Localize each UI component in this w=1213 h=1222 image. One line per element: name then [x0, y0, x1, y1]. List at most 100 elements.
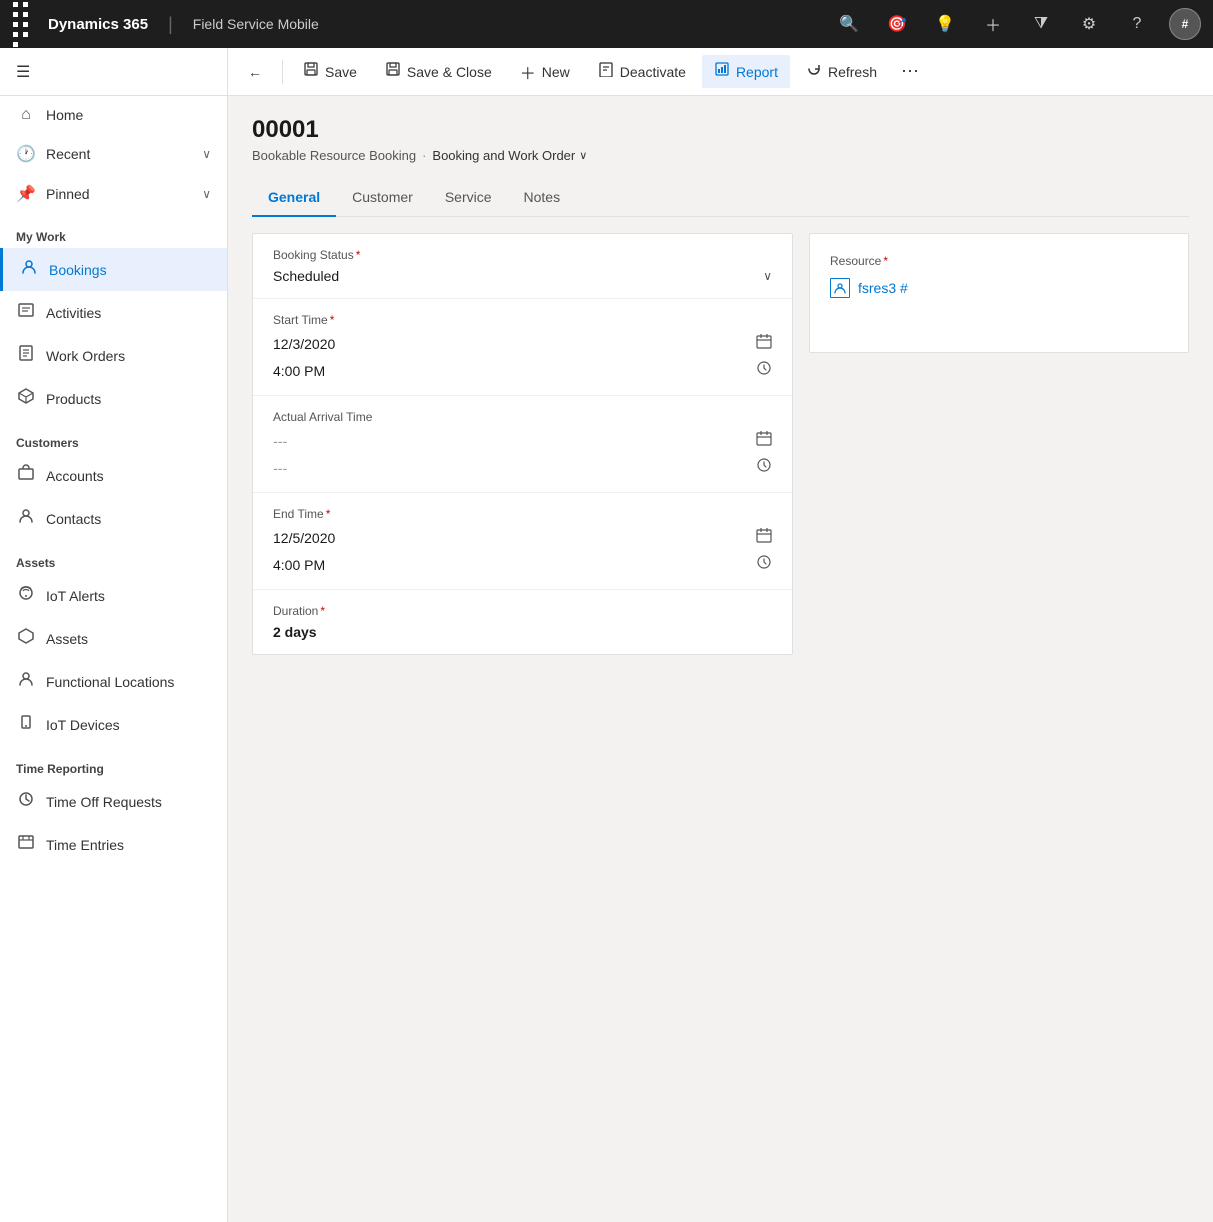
brand-name: Dynamics 365: [48, 16, 148, 33]
sidebar-item-time-entries[interactable]: Time Entries: [0, 823, 227, 866]
more-icon: ⋯: [901, 61, 919, 82]
time-off-icon: [16, 790, 36, 813]
clock-icon[interactable]: [756, 554, 772, 575]
calendar-icon[interactable]: [756, 333, 772, 354]
section-header-customers: Customers: [0, 420, 227, 454]
sidebar-item-label: IoT Alerts: [46, 588, 105, 604]
sidebar-item-label: IoT Devices: [46, 717, 120, 733]
section-header-my-work: My Work: [0, 214, 227, 248]
section-header-assets: Assets: [0, 540, 227, 574]
avatar[interactable]: #: [1169, 8, 1201, 40]
sidebar-item-iot-devices[interactable]: IoT Devices: [0, 703, 227, 746]
required-marker: *: [330, 313, 335, 327]
end-time-label: End Time*: [273, 507, 772, 521]
sidebar-item-bookings[interactable]: Bookings: [0, 248, 227, 291]
duration-label: Duration*: [273, 604, 772, 618]
duration-value: 2 days: [273, 624, 772, 640]
help-icon[interactable]: ?: [1121, 8, 1153, 40]
functional-locations-icon: [16, 670, 36, 693]
tab-general[interactable]: General: [252, 179, 336, 217]
breadcrumb-link[interactable]: Bookable Resource Booking: [252, 148, 416, 163]
sidebar-item-accounts[interactable]: Accounts: [0, 454, 227, 497]
time-entries-icon: [16, 833, 36, 856]
sidebar-item-activities[interactable]: Activities: [0, 291, 227, 334]
save-icon: [303, 61, 319, 82]
resource-link[interactable]: fsres3 #: [830, 278, 1168, 298]
sidebar-item-label: Pinned: [46, 186, 90, 202]
resource-label: Resource*: [830, 254, 1168, 268]
sidebar-item-iot-alerts[interactable]: IoT Alerts: [0, 574, 227, 617]
products-icon: [16, 387, 36, 410]
breadcrumb-separator: ·: [422, 148, 426, 163]
sidebar-item-time-off-requests[interactable]: Time Off Requests: [0, 780, 227, 823]
sidebar-item-work-orders[interactable]: Work Orders: [0, 334, 227, 377]
sidebar-item-products[interactable]: Products: [0, 377, 227, 420]
booking-status-label: Booking Status*: [273, 248, 772, 262]
refresh-button[interactable]: Refresh: [794, 55, 889, 88]
new-button[interactable]: ＋ New: [508, 54, 582, 90]
breadcrumb-current[interactable]: Booking and Work Order ∨: [432, 148, 587, 163]
actual-arrival-label: Actual Arrival Time: [273, 410, 772, 424]
chevron-down-icon: ∨: [202, 187, 211, 201]
add-icon[interactable]: ＋: [977, 8, 1009, 40]
start-date-value[interactable]: 12/3/2020: [273, 333, 772, 354]
actual-arrival-time-value[interactable]: ---: [273, 457, 772, 478]
iot-alerts-icon: [16, 584, 36, 607]
save-button[interactable]: Save: [291, 55, 369, 88]
report-button[interactable]: Report: [702, 55, 790, 88]
tab-notes[interactable]: Notes: [508, 179, 577, 217]
recent-icon: 🕐: [16, 144, 36, 164]
sidebar-item-home[interactable]: ⌂ Home: [0, 96, 227, 134]
booking-status-field: Booking Status* Scheduled ∨: [253, 234, 792, 299]
save-close-button[interactable]: Save & Close: [373, 55, 504, 88]
report-icon: [714, 61, 730, 82]
sidebar-item-label: Time Entries: [46, 837, 124, 853]
home-icon: ⌂: [16, 106, 36, 124]
required-marker: *: [356, 248, 361, 262]
end-date-value[interactable]: 12/5/2020: [273, 527, 772, 548]
settings-icon[interactable]: ⚙: [1073, 8, 1105, 40]
actual-arrival-date-value[interactable]: ---: [273, 430, 772, 451]
circle-check-icon[interactable]: 🎯: [881, 8, 913, 40]
tab-customer[interactable]: Customer: [336, 179, 429, 217]
new-button-label: New: [542, 64, 570, 80]
accounts-icon: [16, 464, 36, 487]
deactivate-button-label: Deactivate: [620, 64, 686, 80]
app-name: Field Service Mobile: [193, 16, 319, 32]
assets-icon: [16, 627, 36, 650]
clock-icon[interactable]: [756, 457, 772, 478]
refresh-button-label: Refresh: [828, 64, 877, 80]
deactivate-button[interactable]: Deactivate: [586, 55, 698, 88]
tab-service[interactable]: Service: [429, 179, 508, 217]
nav-separator: |: [168, 14, 173, 35]
clock-icon[interactable]: [756, 360, 772, 381]
duration-field: Duration* 2 days: [253, 590, 792, 654]
sidebar-item-functional-locations[interactable]: Functional Locations: [0, 660, 227, 703]
sidebar-item-recent[interactable]: 🕐 Recent ∨: [0, 134, 227, 174]
more-options-button[interactable]: ⋯: [893, 55, 927, 88]
calendar-icon[interactable]: [756, 527, 772, 548]
filter-icon[interactable]: ⧩: [1025, 8, 1057, 40]
calendar-icon[interactable]: [756, 430, 772, 451]
lightbulb-icon[interactable]: 💡: [929, 8, 961, 40]
end-time-field: End Time* 12/5/2020 4:00 PM: [253, 493, 792, 590]
sidebar-item-label: Recent: [46, 146, 90, 162]
sidebar-toggle[interactable]: ☰: [0, 48, 227, 96]
search-icon[interactable]: 🔍: [833, 8, 865, 40]
start-time-label: Start Time*: [273, 313, 772, 327]
resource-panel: Resource* fsres3 #: [809, 233, 1189, 353]
sidebar-item-assets[interactable]: Assets: [0, 617, 227, 660]
sidebar-item-contacts[interactable]: Contacts: [0, 497, 227, 540]
cmd-separator-1: [282, 60, 283, 84]
end-time-value[interactable]: 4:00 PM: [273, 554, 772, 575]
breadcrumb-current-label: Booking and Work Order: [432, 148, 575, 163]
sidebar-item-label: Functional Locations: [46, 674, 174, 690]
start-time-value[interactable]: 4:00 PM: [273, 360, 772, 381]
record-id: 00001: [252, 116, 1189, 144]
resource-icon: [830, 278, 850, 298]
booking-status-value[interactable]: Scheduled ∨: [273, 268, 772, 284]
back-button[interactable]: ←: [236, 58, 274, 86]
waffle-menu[interactable]: [12, 1, 32, 48]
sidebar-item-pinned[interactable]: 📌 Pinned ∨: [0, 174, 227, 214]
form-main-column: Booking Status* Scheduled ∨ Start Time*: [252, 233, 793, 655]
